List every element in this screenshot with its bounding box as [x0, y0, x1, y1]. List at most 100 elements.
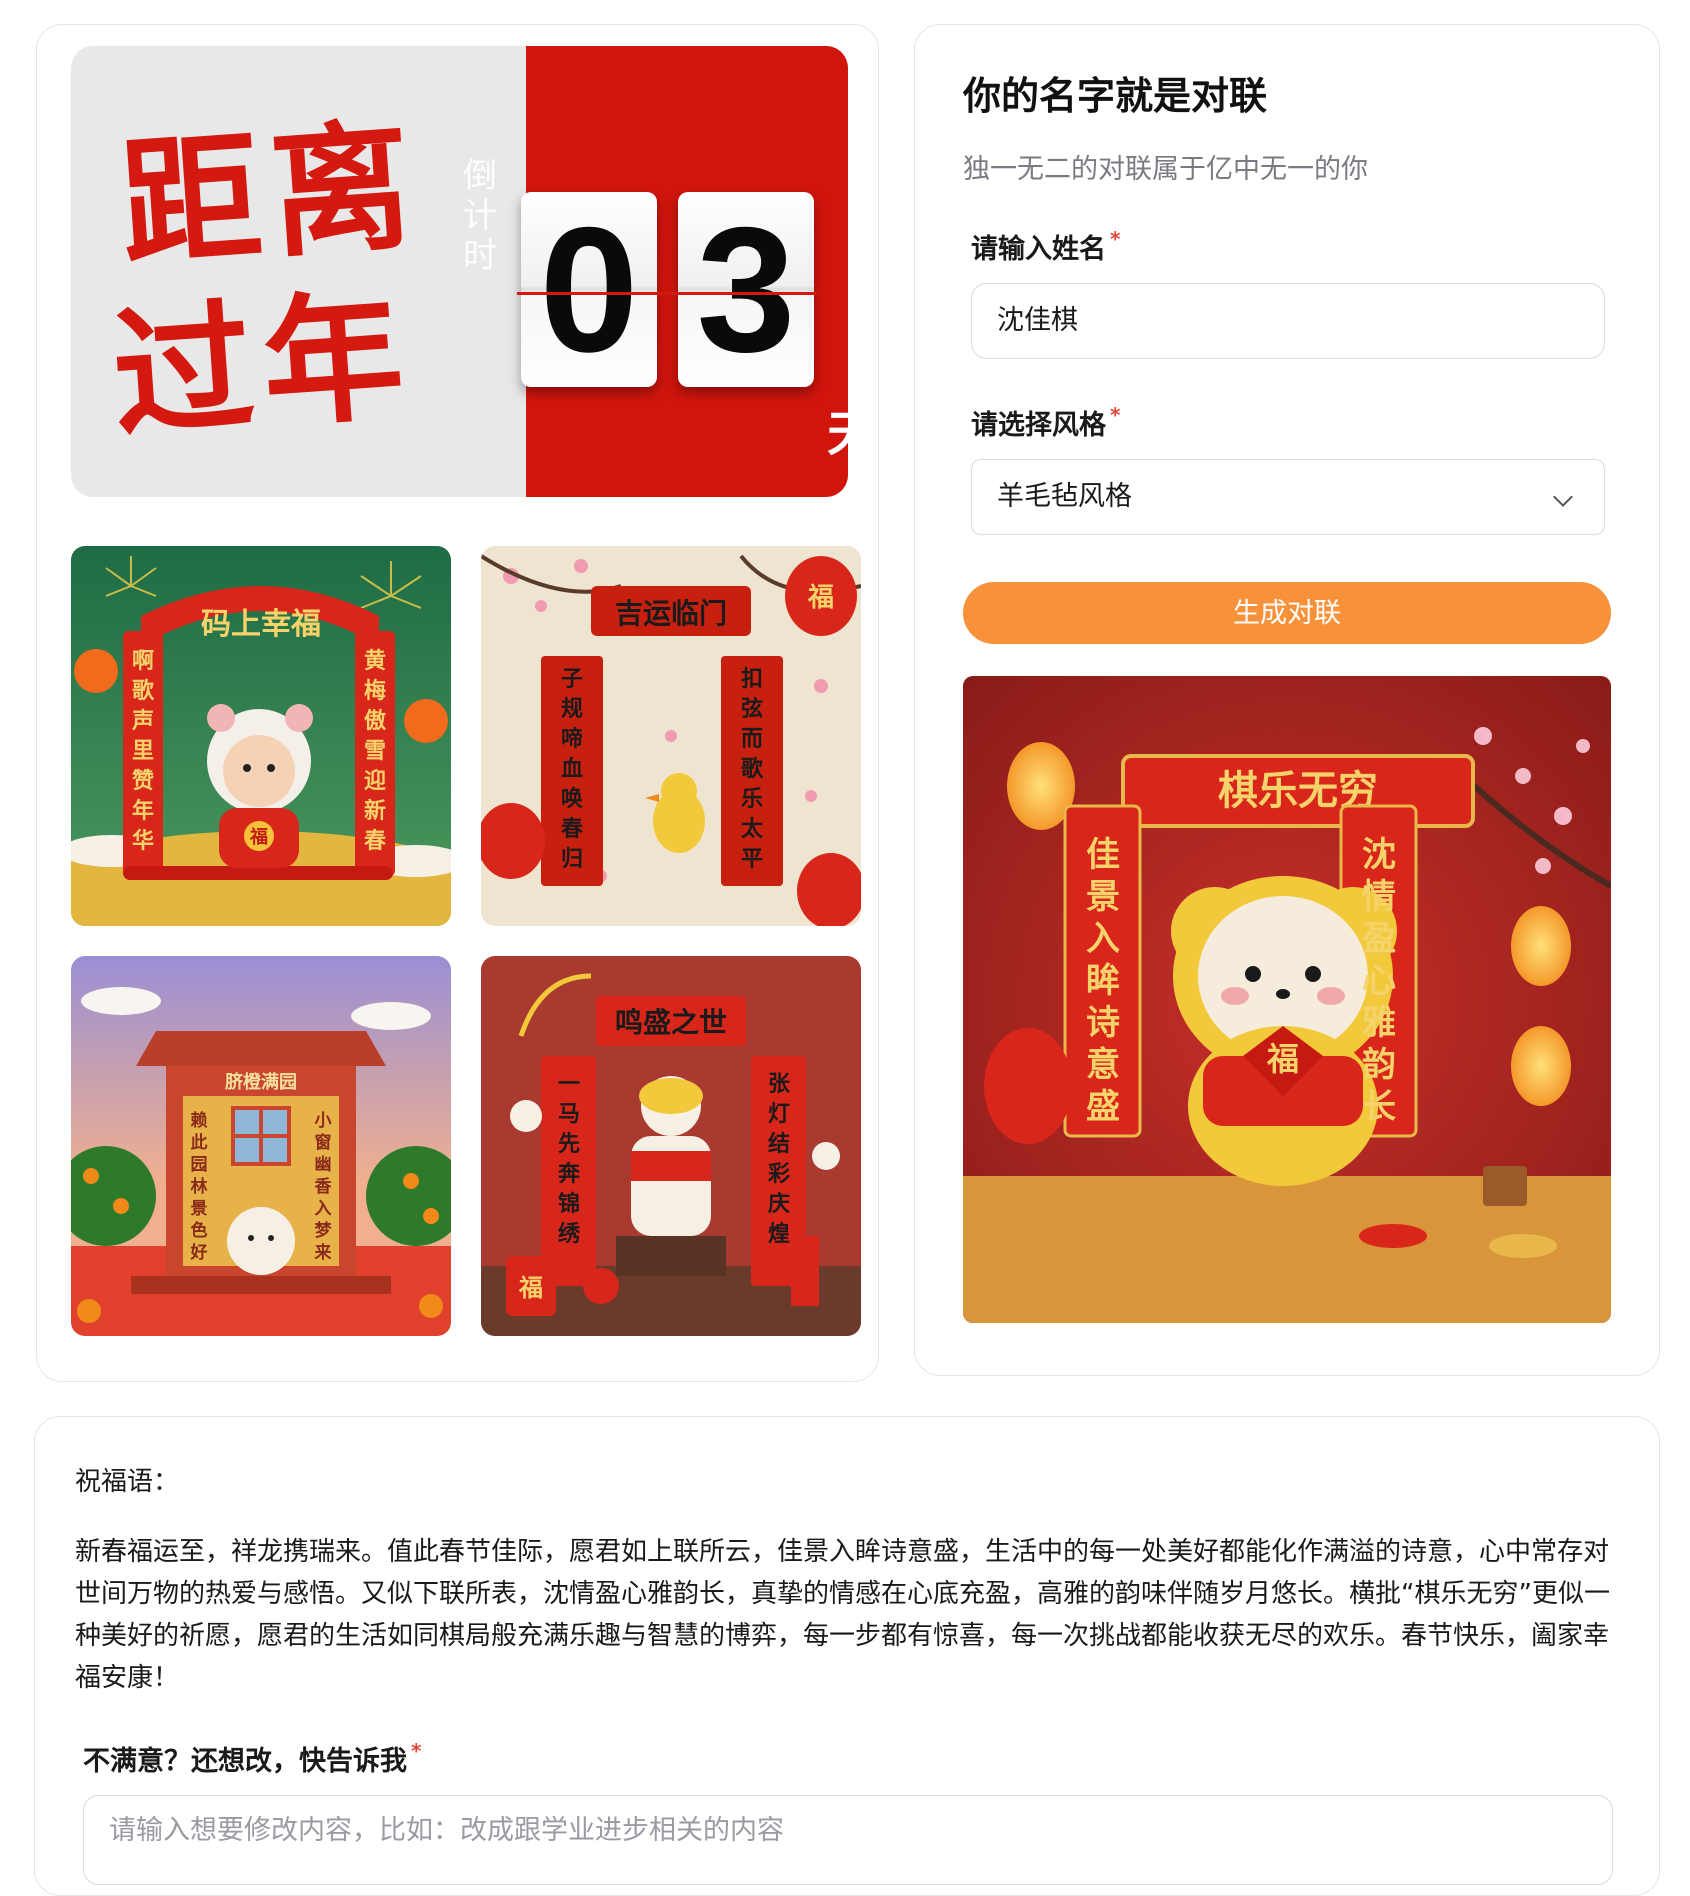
- fu-char: 福: [807, 583, 834, 613]
- countdown-gallery-card: 距离 过年 倒 计 时 0 3 天: [36, 24, 879, 1382]
- couplet-right-char: 张: [768, 1071, 791, 1097]
- couplet-banner: 吉运临门: [615, 597, 727, 630]
- couplet-right-char: 平: [741, 846, 763, 872]
- vertical-char: 时: [463, 236, 497, 276]
- couplet-left-char: 赞: [131, 768, 154, 794]
- vertical-char: 倒: [463, 156, 497, 196]
- couplet-left-char: 规: [561, 696, 583, 722]
- couplet-left-char: 佳: [1086, 835, 1120, 875]
- felt-couplet-illustration-2: 吉运临门 福 子规啼血唤春归 扣弦而歌乐太平: [481, 546, 861, 926]
- gallery-image-1[interactable]: 福 码上幸福 啊歌声里赞年华 黄梅傲雪迎新春: [71, 546, 451, 926]
- couplet-left-char: 意: [1086, 1045, 1120, 1085]
- couplet-left-char: 啼: [561, 726, 583, 752]
- blessing-label: 祝福语：: [75, 1467, 180, 1497]
- fu-char: 福: [249, 826, 268, 848]
- couplet-left-char: 声: [131, 708, 154, 734]
- feedback-label: 不满意？还想改，快告诉我 *: [83, 1739, 421, 1778]
- couplet-left-char: 好: [190, 1242, 208, 1263]
- flip-digit-tens: 0: [521, 192, 657, 387]
- couplet-left-char: 马: [558, 1101, 580, 1127]
- couplet-right-char: 黄: [364, 648, 386, 674]
- couplet-right-char: 小: [315, 1111, 332, 1131]
- couplet-right-char: 扣: [741, 666, 763, 692]
- countdown-title-line2: 过年: [107, 273, 419, 459]
- blessing-card: 祝福语： 新春福运至，祥龙携瑞来。值此春节佳际，愿君如上联所云，佳景入眸诗意盛，…: [34, 1416, 1660, 1896]
- couplet-right-char: 煌: [768, 1221, 790, 1247]
- couplet-right-char: 长: [1362, 1087, 1396, 1127]
- countdown-unit: 天: [827, 394, 848, 464]
- couplet-right-char: 情: [1362, 877, 1396, 917]
- couplet-left-char: 血: [561, 756, 583, 782]
- couplet-right-char: 春: [364, 828, 386, 854]
- countdown-vertical-label: 倒 计 时: [459, 156, 501, 276]
- felt-couplet-illustration-4: 鸣盛之世 福 一马先奔锦绣 张灯结彩庆煌: [481, 956, 861, 1336]
- name-label: 请输入姓名 *: [971, 227, 1120, 266]
- fu-char: 福: [1266, 1040, 1299, 1078]
- style-select[interactable]: 羊毛毡风格: [971, 459, 1605, 535]
- couplet-right-char: 幽: [315, 1155, 332, 1175]
- couplet-banner: 码上幸福: [201, 607, 321, 642]
- couplet-left-char: 春: [561, 816, 583, 842]
- couplet-banner: 脐橙满园: [224, 1071, 297, 1093]
- feedback-input[interactable]: 请输入想要修改内容，比如：改成跟学业进步相关的内容: [83, 1795, 1613, 1885]
- couplet-right-char: 歌: [741, 756, 764, 782]
- gallery-image-2[interactable]: 吉运临门 福 子规啼血唤春归 扣弦而歌乐太平: [481, 546, 861, 926]
- couplet-left-char: 歌: [132, 678, 155, 704]
- couplet-right-char: 太: [741, 816, 764, 842]
- couplet-right-char: 梦: [315, 1220, 333, 1241]
- countdown-title-line1: 距离: [115, 103, 427, 289]
- couplet-left-char: 子: [561, 666, 583, 692]
- couplet-left-char: 景: [1086, 877, 1120, 917]
- couplet-right-char: 梅: [364, 678, 386, 704]
- couplet-right-char: 雪: [364, 738, 386, 764]
- style-select-value: 羊毛毡风格: [997, 481, 1132, 512]
- form-subtitle: 独一无二的对联属于亿中无一的你: [963, 154, 1368, 185]
- couplet-right-char: 结: [768, 1131, 790, 1157]
- couplet-right-char: 而: [741, 726, 763, 752]
- required-mark: *: [1110, 403, 1121, 427]
- couplet-banner: 鸣盛之世: [615, 1006, 727, 1039]
- gallery-image-3[interactable]: 脐橙满园 赖此园林景色好 小窗幽香入梦来: [71, 956, 451, 1336]
- style-label-text: 请选择风格: [971, 410, 1106, 441]
- couplet-generator-card: 你的名字就是对联 独一无二的对联属于亿中无一的你 请输入姓名 * 沈佳棋 请选择风…: [914, 24, 1660, 1376]
- couplet-right-char: 弦: [741, 696, 763, 722]
- generated-couplet-image: 棋乐无穷 福 佳景入眸诗意盛沈情盈心雅韵长: [963, 676, 1611, 1323]
- felt-couplet-illustration-1: 福 码上幸福 啊歌声里赞年华 黄梅傲雪迎新春: [71, 546, 451, 926]
- couplet-right-char: 香: [315, 1177, 332, 1197]
- generated-felt-couplet-illustration: 棋乐无穷 福 佳景入眸诗意盛沈情盈心雅韵长: [963, 676, 1611, 1323]
- flip-digit-ones: 3: [678, 192, 814, 387]
- couplet-right-char: 彩: [767, 1161, 790, 1187]
- couplet-right-char: 沈: [1362, 835, 1396, 875]
- feedback-label-text: 不满意？还想改，快告诉我: [83, 1746, 407, 1777]
- couplet-left-char: 奔: [558, 1161, 581, 1187]
- flip-divider-line: [517, 292, 817, 295]
- couplet-right-char: 雅: [1362, 1003, 1396, 1043]
- couplet-left-char: 绣: [558, 1221, 581, 1247]
- gallery-image-4[interactable]: 鸣盛之世 福 一马先奔锦绣 张灯结彩庆煌: [481, 956, 861, 1336]
- chevron-down-icon: [1553, 487, 1573, 507]
- couplet-left-char: 此: [191, 1132, 208, 1153]
- generate-couplet-button[interactable]: 生成对联: [963, 582, 1611, 644]
- couplet-right-char: 乐: [741, 786, 763, 812]
- required-mark: *: [1110, 227, 1121, 251]
- couplet-right-char: 新: [364, 798, 386, 824]
- couplet-left-char: 盛: [1086, 1087, 1120, 1127]
- required-mark: *: [411, 1739, 422, 1763]
- couplet-right-char: 灯: [768, 1101, 790, 1127]
- couplet-left-char: 诗: [1086, 1003, 1120, 1043]
- couplet-left-char: 入: [1086, 919, 1120, 959]
- name-label-text: 请输入姓名: [971, 234, 1106, 265]
- couplet-right-char: 心: [1362, 961, 1396, 1001]
- couplet-left-char: 锦: [558, 1191, 580, 1217]
- couplet-left-char: 归: [561, 846, 583, 872]
- couplet-left-char: 眸: [1086, 961, 1120, 1001]
- couplet-left-char: 年: [132, 798, 154, 824]
- style-label: 请选择风格 *: [971, 403, 1120, 442]
- couplet-right-char: 盈: [1362, 919, 1396, 959]
- vertical-char: 计: [463, 196, 497, 236]
- blessing-text: 新春福运至，祥龙携瑞来。值此春节佳际，愿君如上联所云，佳景入眸诗意盛，生活中的每…: [75, 1537, 1610, 1693]
- name-input[interactable]: 沈佳棋: [971, 283, 1605, 359]
- couplet-right-char: 迎: [364, 768, 386, 794]
- couplet-left-char: 一: [558, 1071, 580, 1097]
- couplet-right-char: 庆: [768, 1191, 790, 1217]
